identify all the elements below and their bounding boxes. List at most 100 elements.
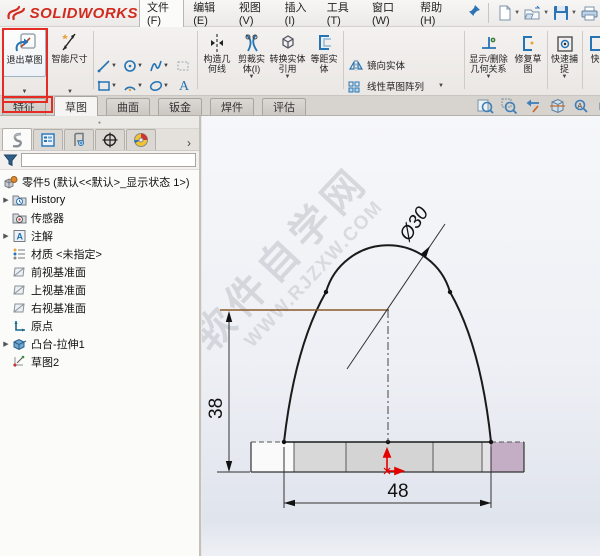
solidworks-logo-icon [7, 5, 25, 21]
menu-view[interactable]: 视图(V) [232, 0, 276, 30]
tab-evaluate[interactable]: 评估 [262, 98, 306, 115]
quick-snaps-button[interactable]: 快速捕捉 ▼ [549, 29, 580, 81]
plane-icon [13, 267, 25, 277]
tree-item-top-plane[interactable]: 上视基准面 [0, 281, 199, 299]
svg-text:A: A [179, 79, 190, 92]
print-document-button[interactable] [581, 6, 598, 21]
solidworks-logo: SOLIDWORKS [6, 4, 138, 22]
section-view-icon[interactable] [549, 98, 566, 115]
tree-item-front-plane[interactable]: 前视基准面 [0, 263, 199, 281]
tree-item-material[interactable]: 材质 <未指定> [0, 245, 199, 263]
tree-item-boss-extrude[interactable]: ▶ 凸台-拉伸1 [0, 335, 199, 353]
quick-snaps-caret-icon[interactable]: ▼ [562, 74, 568, 81]
plane-icon [13, 285, 25, 295]
spline-icon [150, 60, 162, 72]
zoom-area-icon[interactable] [501, 98, 518, 115]
quick-snaps-icon [555, 29, 575, 54]
trim-caret-icon[interactable]: ▼ [249, 74, 255, 81]
view-orientation-icon[interactable]: A [573, 98, 590, 115]
tree-item-origin[interactable]: 原点 [0, 317, 199, 335]
tab-dimxpert[interactable] [95, 129, 125, 150]
repair-sketch-button[interactable]: 修复草图 [511, 29, 545, 74]
zoom-fit-icon[interactable] [477, 98, 494, 115]
rectangle-caret-icon[interactable]: ▼ [111, 83, 117, 90]
pin-menu-icon[interactable] [468, 4, 481, 22]
exit-sketch-button[interactable]: 退出草图 [3, 29, 46, 77]
tab-sheetmetal[interactable]: 钣金 [158, 98, 202, 115]
tree-item-sensors[interactable]: 传感器 [0, 209, 199, 227]
linear-pattern-button[interactable]: 线性草图阵列 ▼ [348, 79, 444, 93]
exit-sketch-label: 退出草图 [6, 55, 43, 65]
tab-configuration-manager[interactable] [64, 129, 94, 150]
save-document-button[interactable]: ▼ [553, 5, 577, 21]
smart-dimension-button[interactable]: 智能尺寸 [49, 29, 90, 64]
trim-entities-button[interactable]: 剪裁实体(I) ▼ [235, 29, 268, 81]
tree-item-annotations[interactable]: ▶ A 注解 [0, 227, 199, 245]
new-document-button[interactable]: ▼ [498, 5, 520, 21]
spline-tool-button[interactable]: ▼ [149, 59, 169, 73]
menu-tools[interactable]: 工具(T) [320, 0, 363, 30]
arc-caret-icon[interactable]: ▼ [137, 83, 143, 90]
feature-manager-panel: ● › 零件5 (默认<<默认>_显示状态 1>) ▶ History 传感器 … [0, 116, 201, 556]
linear-pattern-caret-icon[interactable]: ▼ [438, 83, 444, 90]
menu-window[interactable]: 窗口(W) [365, 0, 411, 30]
tree-item-sketch2[interactable]: 草图2 [0, 353, 199, 371]
dashed-rect-icon [177, 61, 189, 71]
menu-help[interactable]: 帮助(H) [413, 0, 457, 30]
new-caret-icon[interactable]: ▼ [514, 10, 520, 16]
relations-caret-icon[interactable]: ▼ [486, 74, 492, 81]
menu-edit[interactable]: 编辑(E) [186, 0, 230, 30]
tab-surfaces[interactable]: 曲面 [106, 98, 150, 115]
profile-right-curve[interactable] [449, 291, 492, 443]
previous-view-icon[interactable] [525, 98, 542, 115]
ellipse-tool-button[interactable]: ▼ [149, 79, 169, 93]
tree-item-right-plane[interactable]: 右视基准面 [0, 299, 199, 317]
text-tool-button[interactable]: A [176, 77, 191, 92]
spline-caret-icon[interactable]: ▼ [163, 63, 169, 70]
heads-up-view-toolbar: A [477, 98, 600, 115]
circle-icon [124, 60, 136, 72]
tab-sketch[interactable]: 草图 [54, 96, 98, 116]
line-caret-icon[interactable]: ▼ [111, 63, 117, 70]
expander-icon[interactable]: ▶ [0, 232, 12, 240]
ellipse-caret-icon[interactable]: ▼ [163, 83, 169, 90]
sketch-canvas[interactable]: 软件自学网 WWW.RJZXW.COM Ø30 38 48 [185, 116, 600, 556]
expander-icon[interactable]: ▶ [0, 196, 12, 204]
line-icon [97, 60, 110, 73]
expander-icon[interactable]: ▶ [0, 340, 12, 348]
convert-caret-icon[interactable]: ▼ [285, 74, 291, 81]
tab-feature-tree[interactable] [2, 128, 32, 150]
tab-appearances[interactable] [126, 129, 156, 150]
tree-filter-input[interactable] [21, 153, 196, 167]
circle-caret-icon[interactable]: ▼ [137, 63, 143, 70]
dimension-width-text: 48 [387, 481, 408, 502]
arc-tool-button[interactable]: ▼ [123, 79, 143, 93]
clipped-right-icon [586, 29, 600, 54]
tab-features[interactable]: 特征 [2, 98, 46, 115]
filter-funnel-icon[interactable] [3, 153, 18, 168]
tree-root-part[interactable]: 零件5 (默认<<默认>_显示状态 1>) [0, 173, 199, 191]
tree-item-history[interactable]: ▶ History [0, 191, 199, 209]
convert-entities-button[interactable]: 转换实体引用 ▼ [269, 29, 306, 81]
repair-sketch-icon [518, 29, 538, 54]
circle-tool-button[interactable]: ▼ [123, 59, 143, 73]
menu-insert[interactable]: 插入(I) [278, 0, 318, 30]
tab-property-manager[interactable] [33, 129, 63, 150]
rectangle-tool-button[interactable]: ▼ [97, 79, 117, 93]
construction-geometry-button[interactable]: 构造几何线 [200, 29, 234, 74]
offset-entities-button[interactable]: 等距实体 [307, 29, 341, 74]
line-tool-button[interactable]: ▼ [97, 59, 117, 73]
panel-tabs-overflow[interactable]: › [187, 136, 191, 150]
rapid-sketch-button[interactable] [176, 59, 190, 73]
display-delete-relations-button[interactable]: 显示/删除几何关系 ▼ [467, 29, 510, 81]
open-caret-icon[interactable]: ▼ [543, 10, 549, 16]
tab-weldments[interactable]: 焊件 [210, 98, 254, 115]
mirror-entities-button[interactable]: 镜向实体 [348, 58, 405, 72]
save-caret-icon[interactable]: ▼ [571, 10, 577, 16]
open-document-button[interactable]: ▼ [524, 5, 549, 21]
graphics-area[interactable]: 软件自学网 WWW.RJZXW.COM Ø30 38 48 [185, 116, 600, 556]
mirror-entities-label: 镜向实体 [367, 61, 406, 72]
sensors-folder-icon [12, 213, 27, 224]
clipped-right-button[interactable]: 快 [585, 29, 600, 64]
ellipse-icon [149, 81, 163, 91]
